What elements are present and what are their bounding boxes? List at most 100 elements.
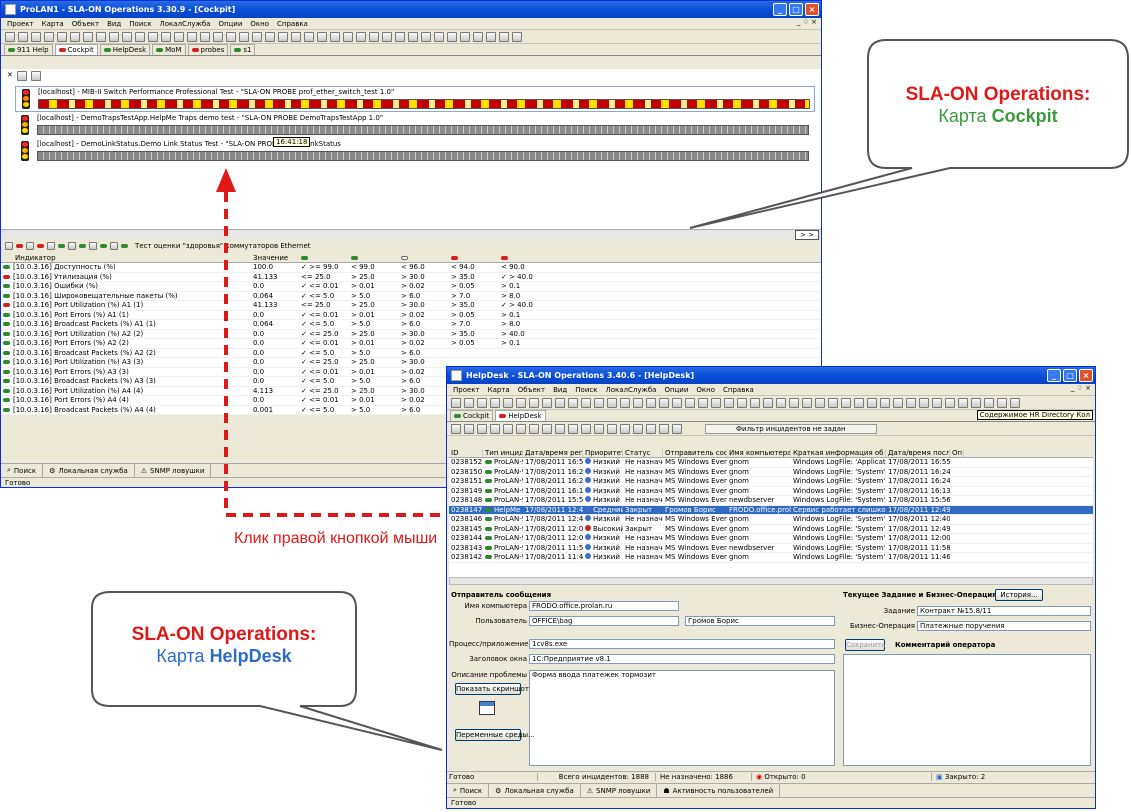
checkbox[interactable] [110,242,118,250]
menu-localservice[interactable]: ЛокалСлужба [605,386,656,394]
table-row[interactable]: [10.0.3.16] Широковещательные пакеты (%)… [1,291,821,301]
column-header[interactable]: Отправитель сообще... [663,449,727,457]
checkbox[interactable] [47,242,55,250]
checkbox[interactable] [89,242,97,250]
settings-icon[interactable] [148,31,158,42]
close-icon[interactable]: × [805,3,819,16]
funnel-icon[interactable] [581,423,591,434]
incident-row[interactable]: 0238142ProLAN-91117/08/2011 11:46:15Низк… [449,553,1093,563]
list-icon[interactable] [16,71,27,81]
problem-field[interactable]: Форма ввода платежек тормозит [529,670,835,766]
paste-icon[interactable] [252,31,262,42]
settings-icon[interactable] [486,31,496,42]
print-icon[interactable] [44,31,54,42]
save-icon[interactable] [646,397,656,408]
print-icon[interactable] [382,31,392,42]
help-icon[interactable] [451,423,461,434]
tab-mom[interactable]: MoM [152,44,186,55]
tool-icon[interactable] [919,397,929,408]
new-icon[interactable] [5,31,15,42]
zoom-icon[interactable] [122,31,132,42]
copy-icon[interactable] [70,31,80,42]
save-icon[interactable] [369,31,379,42]
minimize-icon[interactable]: _ [1047,369,1061,382]
save-icon[interactable] [984,397,994,408]
paste-icon[interactable] [867,397,877,408]
save-button[interactable]: Сохранить [845,639,885,651]
back-icon[interactable] [542,397,552,408]
menu-window[interactable]: Окно [696,386,715,394]
tool-icon[interactable] [135,31,145,42]
settings-icon[interactable] [932,397,942,408]
new-icon[interactable] [620,397,630,408]
scroll-right-button[interactable]: > > [795,230,819,240]
bottom-tab-local-service[interactable]: ⚙ Локальная служба [43,464,135,477]
bizop-field[interactable]: Платежные поручения [917,621,1091,631]
menu-search[interactable]: Поиск [129,20,151,28]
refresh-icon[interactable] [607,423,617,434]
col-value[interactable]: Значение [251,254,299,262]
mdi-controls[interactable]: _ ♢ × [797,18,817,26]
help-icon[interactable] [945,397,955,408]
show-screenshot-button[interactable]: Показать скриншот [455,683,529,695]
probe-row-2[interactable]: [localhost] - DemoTrapsTestApp.HelpMe Tr… [15,113,815,139]
column-header[interactable]: ID [449,449,483,457]
paste-icon[interactable] [529,397,539,408]
tab-probes[interactable]: probes [187,44,229,55]
tab-helpdesk[interactable]: HelpDesk [99,44,151,55]
user-field[interactable]: OFFICE\bag [529,616,679,626]
incident-row[interactable]: 0238150ProLAN-91117/08/2011 16:24:16Низк… [449,467,1093,477]
tool-icon[interactable] [473,31,483,42]
print-icon[interactable] [828,397,838,408]
close-icon[interactable]: × [1079,369,1093,382]
col-level-4[interactable] [449,254,499,262]
table-row[interactable]: [10.0.3.16] Port Errors (%) A1 (1) 0.0 ✓ <… [1,310,821,320]
table-row[interactable]: [10.0.3.16] Доступность (%) 100.0 ✓ >= 99.… [1,263,821,273]
checkbox[interactable] [5,242,13,250]
maximize-icon[interactable]: □ [1063,369,1077,382]
incident-hscroll[interactable] [449,577,1093,585]
copy-icon[interactable] [408,31,418,42]
back-icon[interactable] [711,397,721,408]
environment-button[interactable]: Переменные среды... [455,729,535,741]
table-row[interactable]: [10.0.3.16] Утилизация (%) 41.133 <= 25.0 >… [1,272,821,282]
maximize-icon[interactable]: □ [789,3,803,16]
refresh-icon[interactable] [109,31,119,42]
menu-search[interactable]: Поиск [575,386,597,394]
help-icon[interactable] [776,397,786,408]
paste-icon[interactable] [421,31,431,42]
back-icon[interactable] [96,31,106,42]
print-icon[interactable] [213,31,223,42]
cut-icon[interactable] [672,397,682,408]
refresh-icon[interactable] [464,423,474,434]
tab-helpdesk[interactable]: HelpDesk [495,410,546,421]
copy-icon[interactable] [239,31,249,42]
incident-row[interactable]: 0238152ProLAN-91117/08/2011 16:55:17Низк… [449,458,1093,468]
history-button[interactable]: История... [995,589,1043,601]
menu-options[interactable]: Опции [664,386,688,394]
settings-icon[interactable] [317,31,327,42]
help-icon[interactable] [161,31,171,42]
back-icon[interactable] [434,31,444,42]
copy-icon[interactable] [854,397,864,408]
help-icon[interactable] [607,397,617,408]
export-icon[interactable] [672,423,682,434]
task-field[interactable]: Контракт №15.8/11 [917,606,1091,616]
find-icon[interactable] [646,423,656,434]
tab-s1[interactable]: s1 [230,44,256,55]
helpdesk-titlebar[interactable]: HelpDesk - SLA-ON Operations 3.40.6 - [H… [447,367,1095,384]
checkbox[interactable] [68,242,76,250]
refresh-icon[interactable] [278,31,288,42]
zoom-icon[interactable] [568,397,578,408]
print-icon[interactable] [659,397,669,408]
open-icon[interactable] [464,397,474,408]
export-icon[interactable] [529,423,539,434]
incident-row[interactable]: 0238148ProLAN-91117/08/2011 15:56:16Низк… [449,496,1093,506]
incident-row[interactable]: 0238146ProLAN-91117/08/2011 12:40:16Низк… [449,515,1093,525]
menu-map[interactable]: Карта [42,20,64,28]
column-header[interactable]: Краткая информация об инциденте [791,449,886,457]
filter-icon[interactable] [477,423,487,434]
sort-icon[interactable] [633,423,643,434]
menu-help[interactable]: Справка [277,20,308,28]
save-icon[interactable] [200,31,210,42]
